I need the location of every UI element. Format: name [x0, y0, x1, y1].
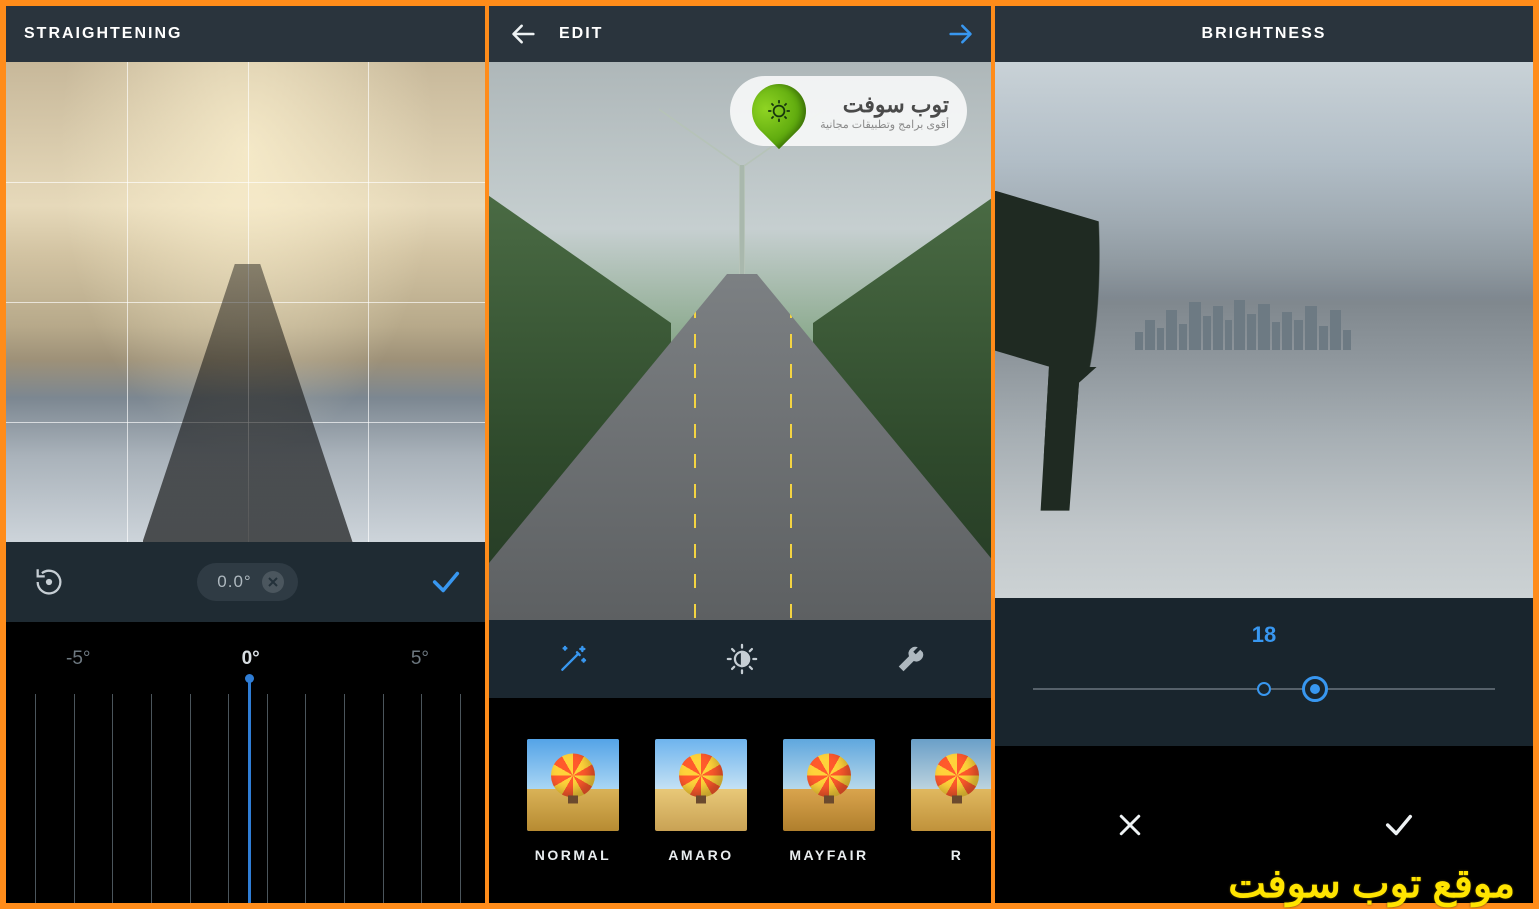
- panel-straightening: STRAIGHTENING 0.0°: [6, 6, 489, 903]
- angle-ruler[interactable]: -5° 0° 5°: [6, 622, 489, 903]
- angle-readout[interactable]: 0.0°: [197, 563, 297, 601]
- header-brightness: BRIGHTNESS: [995, 6, 1533, 62]
- brightness-slider[interactable]: [1033, 674, 1496, 704]
- back-button[interactable]: [507, 17, 541, 51]
- title-brightness: BRIGHTNESS: [1202, 25, 1327, 43]
- filter-thumbnail[interactable]: [527, 739, 619, 831]
- watermark-brand: توب سوفت: [820, 92, 949, 118]
- filter-label: R: [951, 847, 964, 863]
- header-straightening: STRAIGHTENING: [6, 6, 489, 62]
- filter-label: AMARO: [668, 847, 733, 863]
- panel-edit: EDIT توب سوفت أقوى برامج وتطبيقات مجانية: [489, 6, 995, 903]
- ruler-label-right: 5°: [411, 648, 429, 670]
- edit-toolbar: [489, 620, 995, 698]
- header-edit: EDIT: [489, 6, 995, 62]
- confirm-straighten-button[interactable]: [429, 565, 463, 599]
- angle-value: 0.0°: [217, 572, 251, 592]
- watermark-tagline: أقوى برامج وتطبيقات مجانية: [820, 118, 949, 131]
- angle-reset-icon[interactable]: [262, 571, 284, 593]
- photo-preview-edit[interactable]: توب سوفت أقوى برامج وتطبيقات مجانية: [489, 62, 995, 620]
- ruler-ticks: [6, 682, 489, 903]
- filter-item-amaro[interactable]: AMARO: [655, 739, 747, 863]
- filter-item-r[interactable]: R: [911, 739, 995, 863]
- watermark-drop-icon: [741, 73, 817, 149]
- lux-tool[interactable]: [712, 639, 772, 679]
- title-straightening: STRAIGHTENING: [24, 25, 182, 43]
- tools-wrench-button[interactable]: [881, 639, 941, 679]
- filter-item-mayfair[interactable]: MAYFAIR: [783, 739, 875, 863]
- skyline-illustration: [1135, 298, 1533, 350]
- site-watermark: موقع توب سوفت: [1228, 861, 1515, 907]
- brightness-value: 18: [1252, 622, 1276, 648]
- ruler-label-center: 0°: [242, 648, 260, 670]
- slider-handle[interactable]: [1302, 676, 1328, 702]
- filters-strip[interactable]: NORMAL AMARO MAYFAIR R: [489, 698, 995, 903]
- title-edit: EDIT: [559, 25, 603, 43]
- filter-label: NORMAL: [535, 847, 611, 863]
- slider-origin-marker: [1257, 682, 1271, 696]
- magic-wand-tool[interactable]: [543, 639, 603, 679]
- ruler-label-left: -5°: [66, 648, 91, 670]
- panel-brightness: BRIGHTNESS: [995, 6, 1533, 903]
- filter-thumbnail[interactable]: [655, 739, 747, 831]
- watermark-badge: توب سوفت أقوى برامج وتطبيقات مجانية: [730, 76, 967, 146]
- cancel-button[interactable]: [995, 746, 1264, 903]
- straighten-toolbar: 0.0°: [6, 542, 489, 622]
- filter-label: MAYFAIR: [789, 847, 868, 863]
- next-button[interactable]: [943, 17, 977, 51]
- crop-grid-overlay: [6, 62, 489, 542]
- photo-preview-brightness[interactable]: [995, 62, 1533, 598]
- filter-item-normal[interactable]: NORMAL: [527, 739, 619, 863]
- photo-preview-straightening[interactable]: [6, 62, 489, 542]
- filter-thumbnail[interactable]: [911, 739, 995, 831]
- brightness-controls: 18: [995, 598, 1533, 746]
- rotate-90-button[interactable]: [32, 565, 66, 599]
- filter-thumbnail[interactable]: [783, 739, 875, 831]
